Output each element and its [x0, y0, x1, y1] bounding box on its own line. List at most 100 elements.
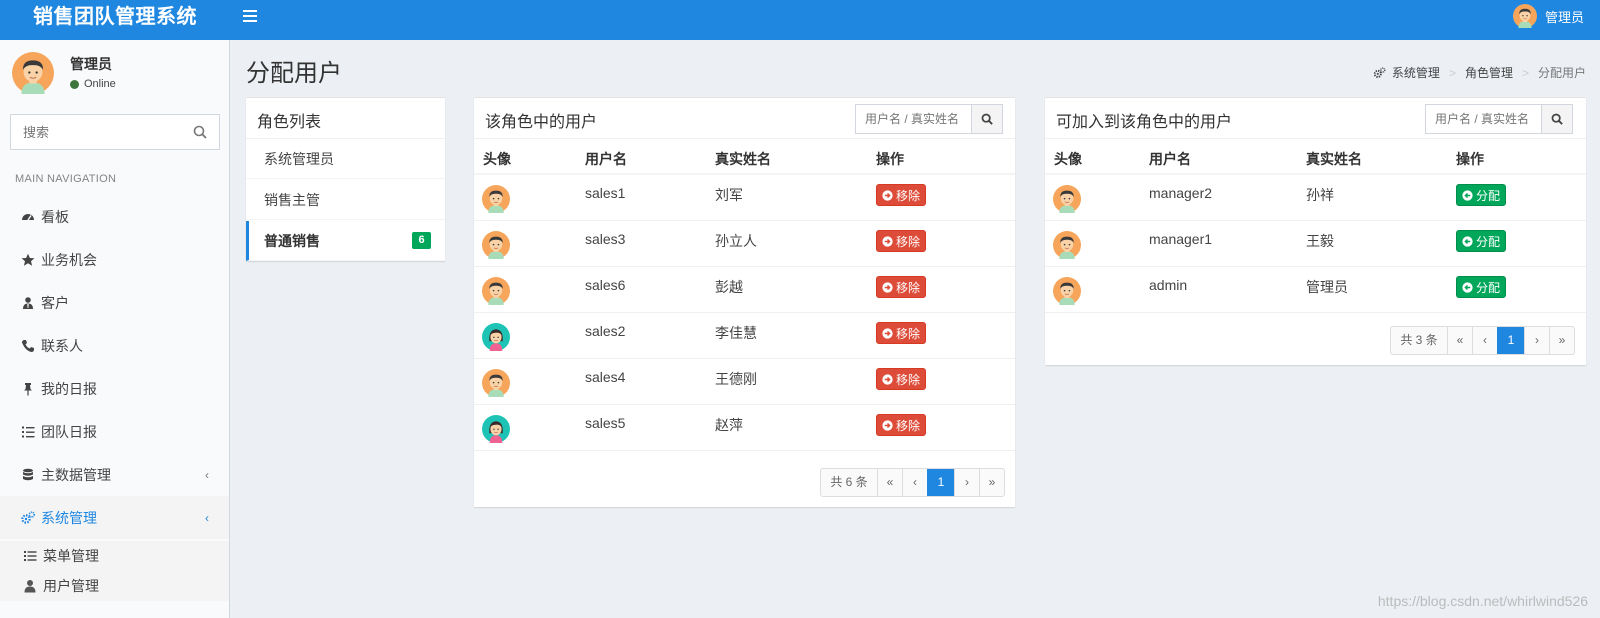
nav-item-opportunities[interactable]: 业务机会	[0, 238, 229, 281]
column-header-username: 用户名	[1149, 151, 1191, 167]
action-label: 分配	[1476, 280, 1501, 295]
role-item-label: 销售主管	[264, 191, 320, 208]
sidebar-search-input[interactable]	[11, 115, 181, 149]
search-icon	[1551, 113, 1563, 125]
nav-item-team-daily[interactable]: 团队日报	[0, 410, 229, 453]
pagination-next[interactable]: ›	[1524, 327, 1549, 354]
role-users-search-input[interactable]	[855, 104, 971, 134]
remove-user-button[interactable]: 移除	[876, 276, 927, 298]
pagination-next[interactable]: ›	[954, 469, 979, 496]
role-users-search-button[interactable]	[971, 104, 1003, 134]
nav-item-my-daily[interactable]: 我的日报	[0, 367, 229, 410]
pagination-page-1[interactable]: 1	[927, 469, 954, 496]
assign-user-button[interactable]: 分配	[1456, 276, 1507, 298]
pagination-first[interactable]: «	[877, 469, 902, 496]
remove-user-button[interactable]: 移除	[876, 230, 927, 252]
nav-item-customers[interactable]: 客户	[0, 281, 229, 324]
breadcrumb-separator: >	[1521, 65, 1529, 80]
breadcrumb-item-roles[interactable]: 角色管理	[1465, 64, 1513, 81]
star-icon	[21, 253, 35, 267]
assign-user-button[interactable]: 分配	[1456, 184, 1507, 206]
nav-item-system[interactable]: 系统管理 ‹	[0, 496, 229, 539]
app-logo[interactable]: 销售团队管理系统	[0, 0, 230, 40]
nav-item-contacts[interactable]: 联系人	[0, 324, 229, 367]
realname-cell: 王德刚	[715, 371, 757, 387]
nav-header: MAIN NAVIGATION	[15, 173, 117, 185]
table-row: sales4 王德刚 移除	[474, 359, 1015, 405]
sidebar-toggle-icon[interactable]	[243, 10, 257, 22]
nav-item-label: 主数据管理	[41, 466, 111, 483]
nav-item-dashboard[interactable]: 看板	[0, 195, 229, 238]
online-dot-icon	[70, 79, 79, 89]
table-row: manager2 孙祥 分配	[1045, 175, 1586, 221]
page-title: 分配用户	[246, 60, 342, 87]
username-cell: manager2	[1149, 185, 1213, 201]
pagination-prev[interactable]: ‹	[1472, 327, 1497, 354]
available-users-search-button[interactable]	[1541, 104, 1573, 134]
watermark: https://blog.csdn.net/whirlwind526	[1377, 593, 1588, 609]
column-header-action: 操作	[1456, 151, 1484, 167]
remove-user-button[interactable]: 移除	[876, 368, 927, 390]
user-count-badge: 6	[412, 232, 431, 249]
assign-user-button[interactable]: 分配	[1456, 230, 1507, 252]
role-item-sales[interactable]: 普通销售 6	[246, 221, 445, 261]
available-users-search-input[interactable]	[1425, 104, 1541, 134]
table-row: sales6 彭越 移除	[474, 267, 1015, 313]
role-list-title: 角色列表	[257, 114, 322, 131]
nav-sub-item-users[interactable]: 用户管理	[0, 571, 229, 601]
avatar	[482, 369, 510, 397]
search-icon[interactable]	[193, 125, 207, 139]
pagination-last[interactable]: »	[979, 469, 1004, 496]
table-row: sales5 赵萍 移除	[474, 405, 1015, 451]
realname-cell: 孙立人	[715, 233, 757, 249]
realname-cell: 孙祥	[1306, 187, 1334, 203]
action-label: 移除	[896, 188, 921, 203]
pagination-prev[interactable]: ‹	[902, 469, 927, 496]
table-row: sales3 孙立人 移除	[474, 221, 1015, 267]
nav-sub-item-menu[interactable]: 菜单管理	[0, 541, 229, 571]
box-header-divider	[474, 138, 1015, 139]
avatar	[1053, 185, 1081, 213]
role-item-admin[interactable]: 系统管理员	[246, 139, 445, 179]
available-users-pagination: 共 3 条 « ‹ 1 › »	[1390, 326, 1575, 355]
nav-item-label: 团队日报	[41, 423, 97, 440]
user-panel-name: 管理员	[70, 56, 112, 72]
avatar	[1053, 277, 1081, 305]
breadcrumb-item-system[interactable]: 系统管理	[1392, 64, 1440, 81]
pagination-page-1[interactable]: 1	[1497, 327, 1524, 354]
role-users-box: 该角色中的用户 头像 用户名 真实姓名 操作 sales1刘军移除sales3孙…	[474, 97, 1015, 507]
column-header-action: 操作	[876, 151, 904, 167]
arrow-circle-right-icon	[882, 235, 893, 247]
nav-item-label: 联系人	[41, 337, 83, 354]
remove-user-button[interactable]: 移除	[876, 322, 927, 344]
sidebar: 管理员 Online MAIN NAVIGATION 看板 业务机会 客户 联系…	[0, 40, 230, 618]
box-header-divider	[1045, 138, 1586, 139]
nav-item-label: 我的日报	[41, 380, 97, 397]
pagination-first[interactable]: «	[1447, 327, 1472, 354]
role-users-search	[855, 104, 1003, 134]
nav-item-master-data[interactable]: 主数据管理 ‹	[0, 453, 229, 496]
available-users-title: 可加入到该角色中的用户	[1056, 114, 1233, 131]
action-label: 移除	[896, 418, 921, 433]
username-cell: sales6	[585, 277, 626, 293]
role-item-sales-manager[interactable]: 销售主管	[246, 180, 445, 220]
pagination-last[interactable]: »	[1549, 327, 1574, 354]
realname-cell: 彭越	[715, 279, 743, 295]
arrow-circle-right-icon	[882, 281, 893, 293]
dashboard-icon	[21, 210, 35, 224]
username-cell: admin	[1149, 277, 1188, 293]
nav-item-label: 业务机会	[41, 251, 97, 268]
avatar	[12, 52, 54, 94]
top-user-menu[interactable]: 管理员	[1513, 4, 1584, 28]
username-cell: sales2	[585, 323, 626, 339]
nav-item-label: 客户	[41, 294, 69, 311]
remove-user-button[interactable]: 移除	[876, 184, 927, 206]
action-label: 移除	[896, 234, 921, 249]
avatar	[482, 231, 510, 259]
remove-user-button[interactable]: 移除	[876, 414, 927, 436]
column-header-avatar: 头像	[1054, 151, 1082, 167]
breadcrumb: 系统管理 > 角色管理 > 分配用户	[1373, 64, 1586, 81]
gears-icon	[21, 510, 35, 525]
action-label: 移除	[896, 280, 921, 295]
username-cell: sales5	[585, 415, 626, 431]
